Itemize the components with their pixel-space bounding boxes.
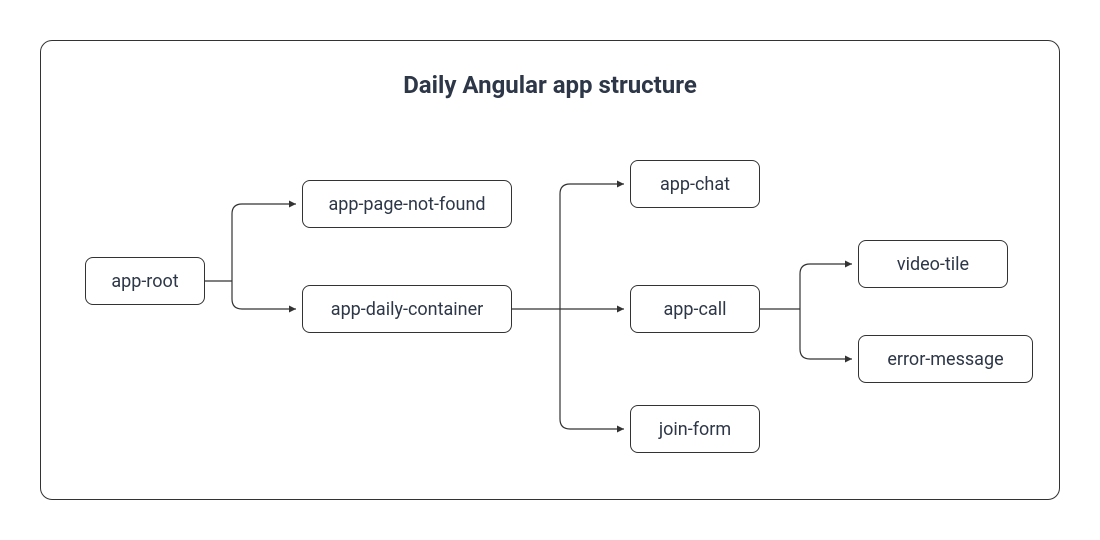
node-app-daily-container: app-daily-container bbox=[302, 285, 512, 333]
node-app-chat: app-chat bbox=[630, 160, 760, 208]
node-join-form: join-form bbox=[630, 405, 760, 453]
node-error-message: error-message bbox=[858, 335, 1033, 383]
node-app-call: app-call bbox=[630, 285, 760, 333]
diagram-title: Daily Angular app structure bbox=[0, 71, 1100, 99]
node-video-tile: video-tile bbox=[858, 240, 1008, 288]
node-app-root: app-root bbox=[85, 257, 205, 305]
node-app-page-not-found: app-page-not-found bbox=[302, 180, 512, 228]
